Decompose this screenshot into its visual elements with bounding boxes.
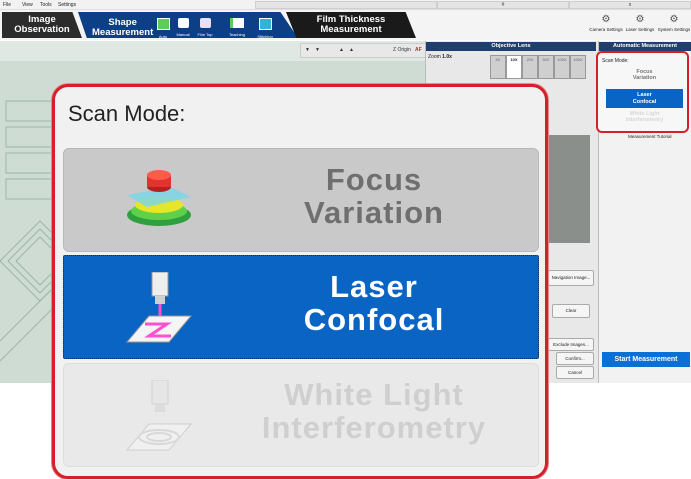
tab-shape-measurement[interactable]: Shape Measurement Auto Manual Film Top T… (78, 12, 298, 38)
zoom-label: Zoom (428, 54, 441, 60)
laser-confocal-label: Laser Confocal (234, 270, 514, 336)
teaching-icon (230, 18, 244, 28)
laser-confocal-option-small[interactable]: Laser Confocal (606, 89, 683, 108)
option-line2: Interferometry (261, 410, 487, 445)
menu-bar: File View Tools Settings # x (0, 0, 691, 10)
system-settings-button[interactable]: ⚙ System Settings (656, 14, 691, 33)
scan-mode-highlight: Scan Mode: Focus Variation Laser Confocal … (596, 51, 689, 133)
tool-manual[interactable]: Manual (172, 18, 194, 38)
lens-5x[interactable]: 5X (490, 55, 506, 79)
lens-20x[interactable]: 20X (522, 55, 538, 79)
lens-10x[interactable]: 10X (506, 55, 522, 79)
white-light-option-small: White Light Interferometry (606, 111, 683, 130)
white-light-interferometry-label: White Light Interferometry (234, 378, 514, 444)
auto-icon (156, 18, 170, 30)
option-line1: Laser (330, 269, 418, 304)
focus-variation-label: Focus Variation (234, 163, 514, 229)
option-line1: Laser (637, 92, 652, 98)
camera-icon: ⚙ (601, 14, 611, 25)
cancel-button[interactable]: Cancel (556, 366, 594, 379)
scan-mode-label-small: Scan Mode: (602, 58, 629, 64)
tab-film-thickness[interactable]: Film Thickness Measurement (286, 12, 416, 38)
manual-icon (177, 18, 189, 28)
z-origin-button[interactable]: Z Origin (393, 47, 411, 53)
option-line2: Confocal (632, 99, 657, 105)
option-line2: Confocal (303, 302, 445, 337)
tab-label: Film Thickness Measurement (316, 14, 386, 35)
tool-auto[interactable]: Auto (152, 18, 174, 39)
arrow-up-icon[interactable]: ▲ (349, 47, 354, 53)
status-cell-2: # (437, 1, 569, 9)
navigation-image-button[interactable]: Navigation Image... (548, 270, 594, 286)
tool-label: Film Top (197, 32, 213, 37)
arrow-down-icon[interactable]: ▼ (315, 47, 320, 53)
automatic-measurement-header: Automatic Measurement (599, 42, 691, 51)
navigation-preview[interactable] (548, 135, 590, 243)
option-line2: Interferometry (625, 117, 664, 123)
focus-variation-option-small[interactable]: Focus Variation (606, 69, 683, 88)
option-line2: Variation (632, 75, 657, 81)
tool-label: Teaching (228, 32, 245, 37)
laser-confocal-option[interactable]: Laser Confocal (63, 255, 539, 359)
menu-view[interactable]: View (22, 2, 33, 8)
clear-button[interactable]: Clear (552, 304, 590, 318)
status-cell-3: x (569, 1, 691, 9)
laser-confocal-icon (125, 272, 193, 343)
tab-label: Shape Measurement (92, 17, 154, 38)
start-measurement-button[interactable]: Start Measurement (602, 352, 690, 367)
stitching-icon (258, 18, 272, 30)
focus-variation-icon (127, 170, 191, 226)
tool-label: Auto (158, 34, 168, 39)
confirm-button[interactable]: Confirm... (556, 352, 594, 365)
arrow-down-icon[interactable]: ▼ (305, 47, 310, 53)
tool-label: Manual (176, 32, 190, 37)
status-cell-1 (255, 1, 437, 9)
exclude-images-button[interactable]: Exclude Images... (548, 338, 594, 351)
tool-film-top[interactable]: Film Top (194, 18, 216, 38)
zoom-readout: Zoom 1.0x (428, 54, 452, 60)
lens-100x[interactable]: 100X (554, 55, 570, 79)
tool-stitching[interactable]: Stitching (254, 18, 276, 39)
focus-variation-option[interactable]: Focus Variation (63, 148, 539, 252)
laser-settings-button[interactable]: ⚙ Laser Settings (622, 14, 658, 33)
tool-teaching[interactable]: Teaching (226, 18, 248, 38)
white-light-interferometry-option: White Light Interferometry (63, 363, 539, 467)
menu-settings[interactable]: Settings (58, 2, 76, 8)
tab-label: Image Observation (14, 14, 70, 35)
measurement-tutorial-link[interactable]: Measurement Tutorial (628, 134, 672, 139)
zoom-value: 1.0x (442, 54, 452, 60)
white-light-interferometry-icon (125, 380, 193, 451)
option-line1: Focus (325, 162, 423, 197)
system-icon: ⚙ (669, 14, 679, 25)
laser-icon: ⚙ (635, 14, 645, 25)
ribbon: Image Observation Shape Measurement Auto… (0, 10, 691, 40)
objective-lens-header: Objective Lens (426, 42, 596, 51)
lens-50x[interactable]: 50X (538, 55, 554, 79)
tool-label: System Settings (657, 27, 691, 32)
tool-label: Camera Settings (589, 27, 623, 32)
menu-file[interactable]: File (3, 2, 11, 8)
camera-settings-button[interactable]: ⚙ Camera Settings (588, 14, 624, 33)
menu-tools[interactable]: Tools (40, 2, 52, 8)
viewer-toolbar: ▼ ▼ ▲ ▲ Z Origin AF (300, 43, 427, 58)
tool-label: Laser Settings (625, 27, 655, 32)
film-top-icon (199, 18, 211, 28)
option-line2: Variation (304, 195, 444, 230)
arrow-up-icon[interactable]: ▲ (339, 47, 344, 53)
tab-image-observation[interactable]: Image Observation (2, 12, 82, 38)
scan-mode-title: Scan Mode: (68, 101, 186, 126)
option-line1: White Light (284, 377, 464, 412)
autofocus-button[interactable]: AF (415, 47, 422, 53)
tool-label: Stitching (257, 34, 273, 39)
lens-150x[interactable]: 150X (570, 55, 586, 79)
